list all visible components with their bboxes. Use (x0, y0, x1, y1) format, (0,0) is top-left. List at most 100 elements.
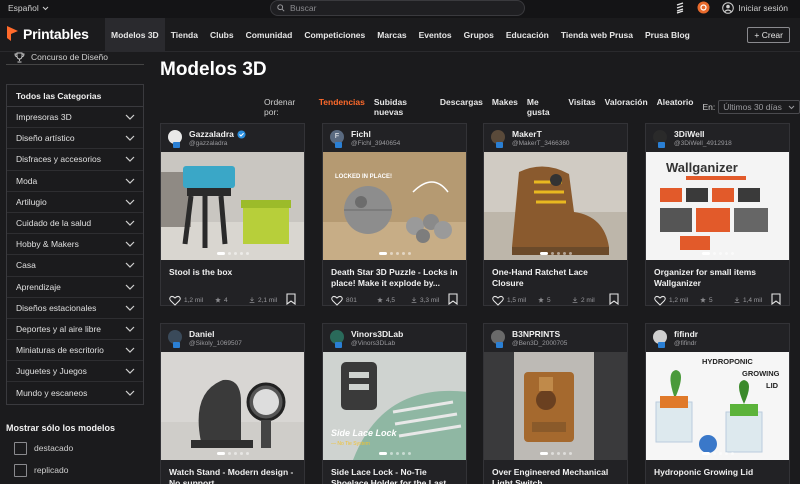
model-title[interactable]: Side Lace Lock - No-Tie Shoelace Holder … (323, 460, 466, 484)
model-title[interactable]: Over Engineered Mechanical Light Switch (484, 460, 627, 484)
image-carousel-dots[interactable] (216, 252, 249, 255)
prusa-connect-icon[interactable] (675, 1, 685, 14)
nav-link[interactable]: Educación (500, 18, 555, 52)
model-image[interactable]: HYDROPONIC GROWING LID (646, 352, 789, 460)
category-item[interactable]: Artilugio (7, 192, 143, 213)
category-item[interactable]: Miniaturas de escritorio (7, 340, 143, 362)
bookmark-button[interactable] (448, 293, 458, 307)
carousel-dot[interactable] (724, 252, 728, 255)
image-carousel-dots[interactable] (378, 252, 411, 255)
filter-checkbox[interactable] (14, 463, 27, 477)
carousel-dot[interactable] (568, 452, 572, 455)
bookmark-button[interactable] (609, 293, 619, 307)
category-item[interactable]: Deportes y al aire libre (7, 319, 143, 341)
nav-link[interactable]: Clubs (204, 18, 240, 52)
carousel-dot[interactable] (227, 252, 231, 255)
category-item[interactable]: Casa (7, 255, 143, 277)
carousel-dot[interactable] (233, 452, 237, 455)
nav-link[interactable]: Comunidad (240, 18, 299, 52)
carousel-dot[interactable] (712, 452, 716, 455)
model-image[interactable] (484, 152, 627, 260)
image-carousel-dots[interactable] (701, 452, 734, 455)
sort-option[interactable]: Descargas (440, 97, 483, 117)
carousel-dot[interactable] (730, 452, 734, 455)
carousel-dot[interactable] (401, 252, 405, 255)
search-input[interactable] (290, 3, 490, 13)
filter-option[interactable]: destacado (6, 441, 144, 455)
sort-option[interactable]: Me gusta (527, 97, 559, 117)
sort-option[interactable]: Aleatorio (657, 97, 694, 117)
image-carousel-dots[interactable] (701, 252, 734, 255)
carousel-dot[interactable] (724, 452, 728, 455)
carousel-dot[interactable] (407, 252, 411, 255)
carousel-dot[interactable] (395, 452, 399, 455)
carousel-dot[interactable] (556, 452, 560, 455)
carousel-dot[interactable] (389, 252, 393, 255)
model-card[interactable]: MakerT @MakerT_3466360 One-Hand Ratchet La… (483, 123, 628, 306)
model-card[interactable]: B3NPRINTS @Ben3D_2000705 Over Engineered M… (483, 323, 628, 484)
category-item[interactable]: Disfraces y accesorios (7, 149, 143, 171)
like-button[interactable]: 801 (331, 295, 371, 306)
carousel-dot[interactable] (556, 252, 560, 255)
model-image[interactable] (161, 152, 304, 260)
category-item[interactable]: Aprendizaje (7, 277, 143, 298)
carousel-dot[interactable] (718, 452, 722, 455)
bookmark-button[interactable] (771, 293, 781, 307)
model-title[interactable]: Watch Stand - Modern design - No support (161, 460, 304, 484)
model-card[interactable]: Vinors3DLab @Vinors3DLab Side Lace Lock — N… (322, 323, 467, 484)
category-item[interactable]: Hobby & Makers (7, 234, 143, 256)
model-title[interactable]: Death Star 3D Puzzle - Locks in place! M… (323, 260, 466, 290)
nav-link[interactable]: Competiciones (298, 18, 371, 52)
model-title[interactable]: Stool is the box (161, 260, 304, 290)
carousel-dot[interactable] (407, 452, 411, 455)
nav-link[interactable]: Tienda web Prusa (555, 18, 639, 52)
carousel-dot[interactable] (701, 452, 710, 455)
author-name[interactable]: fifindr (674, 329, 698, 339)
model-card[interactable]: Daniel @Sikoly_1069507 Watch Stand - Moder… (160, 323, 305, 484)
model-image[interactable] (161, 352, 304, 460)
category-item[interactable]: Moda (7, 171, 143, 192)
filter-option[interactable]: replicado (6, 463, 144, 477)
prusa-printers-icon[interactable] (697, 1, 710, 14)
nav-link[interactable]: Grupos (458, 18, 500, 52)
carousel-dot[interactable] (216, 452, 225, 455)
author-name[interactable]: Daniel (189, 329, 215, 339)
image-carousel-dots[interactable] (539, 252, 572, 255)
carousel-dot[interactable] (216, 252, 225, 255)
carousel-dot[interactable] (539, 452, 548, 455)
carousel-dot[interactable] (233, 252, 237, 255)
sort-option[interactable]: Valoración (605, 97, 648, 117)
model-card[interactable]: F Fichl @Fichl_3940654 LOCKED IN PLACE! Deat… (322, 123, 467, 306)
model-title[interactable]: Organizer for small items Wallganizer (646, 260, 789, 290)
category-item[interactable]: Juguetes y Juegos (7, 361, 143, 383)
model-card[interactable]: 3DiWell @3DiWell_4912918 Wallganizer Organi… (645, 123, 790, 306)
nav-link[interactable]: Marcas (371, 18, 412, 52)
category-item[interactable]: Impresoras 3D (7, 107, 143, 129)
carousel-dot[interactable] (239, 252, 243, 255)
carousel-dot[interactable] (378, 452, 387, 455)
image-carousel-dots[interactable] (378, 452, 411, 455)
carousel-dot[interactable] (227, 452, 231, 455)
search-box[interactable] (270, 0, 525, 16)
carousel-dot[interactable] (395, 252, 399, 255)
model-image[interactable]: Side Lace Lock — No Tie System (323, 352, 466, 460)
carousel-dot[interactable] (562, 252, 566, 255)
carousel-dot[interactable] (245, 252, 249, 255)
design-contest-link[interactable]: Concurso de Diseño (6, 52, 144, 65)
nav-link[interactable]: Modelos 3D (105, 18, 165, 52)
category-item[interactable]: Cuidado de la salud (7, 213, 143, 235)
model-card[interactable]: fifindr @fifindr HYDROPONIC GROWING LID Hydro… (645, 323, 790, 484)
period-select[interactable]: Últimos 30 días (718, 100, 800, 114)
login-link[interactable]: Iniciar sesión (722, 1, 788, 14)
carousel-dot[interactable] (378, 252, 387, 255)
sort-option[interactable]: Tendencias (319, 97, 365, 117)
model-card[interactable]: Gazzaladra @gazzaladra Stool is the box 1,2… (160, 123, 305, 306)
carousel-dot[interactable] (701, 252, 710, 255)
model-image[interactable]: LOCKED IN PLACE! (323, 152, 466, 260)
carousel-dot[interactable] (568, 252, 572, 255)
author-name[interactable]: Fichl (351, 129, 371, 139)
language-selector[interactable]: Español (8, 3, 49, 13)
author-name[interactable]: Vinors3DLab (351, 329, 403, 339)
author-name[interactable]: MakerT (512, 129, 542, 139)
like-button[interactable]: 1,5 mil (492, 295, 532, 306)
